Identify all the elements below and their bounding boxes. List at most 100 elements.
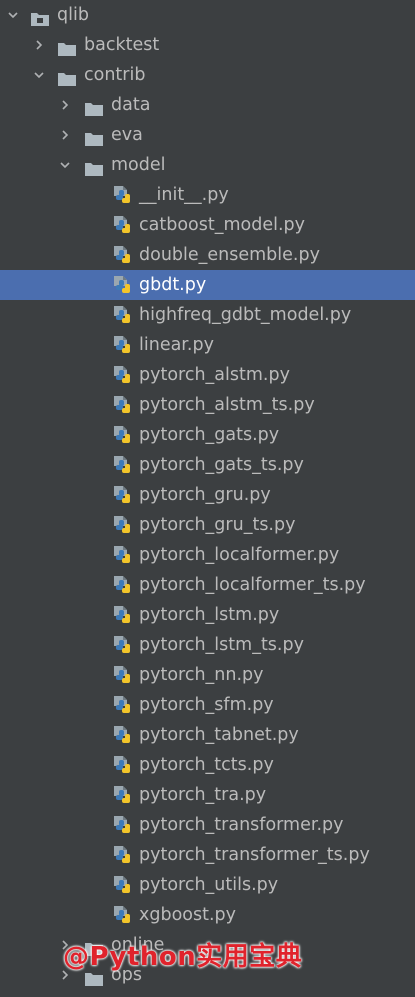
tree-item-label: pytorch_alstm_ts.py <box>139 395 315 415</box>
folder-icon <box>57 67 77 86</box>
tree-item-label: pytorch_tra.py <box>139 785 267 805</box>
folder-icon <box>84 127 104 146</box>
tree-item-file[interactable]: pytorch_gats_ts.py <box>0 450 415 480</box>
tree-item-file[interactable]: pytorch_transformer.py <box>0 810 415 840</box>
tree-item-label: data <box>111 95 151 115</box>
python-file-icon <box>112 725 132 745</box>
folder-icon <box>84 97 104 116</box>
python-file-icon <box>112 755 132 775</box>
tree-item-file[interactable]: pytorch_gru_ts.py <box>0 510 415 540</box>
tree-item-label: pytorch_nn.py <box>139 665 264 685</box>
python-file-icon <box>112 545 132 565</box>
folder-icon <box>57 37 77 56</box>
tree-item-file[interactable]: pytorch_alstm_ts.py <box>0 390 415 420</box>
tree-item-label: pytorch_gats_ts.py <box>139 455 304 475</box>
python-file-icon <box>112 425 132 445</box>
tree-item-file[interactable]: linear.py <box>0 330 415 360</box>
tree-item-label: qlib <box>57 5 89 25</box>
tree-item-label: backtest <box>84 35 160 55</box>
tree-item-file[interactable]: catboost_model.py <box>0 210 415 240</box>
chevron-down-icon[interactable] <box>4 0 22 30</box>
chevron-right-icon[interactable] <box>56 90 74 120</box>
tree-item-file[interactable]: pytorch_tra.py <box>0 780 415 810</box>
tree-item-file[interactable]: pytorch_lstm_ts.py <box>0 630 415 660</box>
tree-item-label: gbdt.py <box>139 275 207 295</box>
tree-item-label: model <box>111 155 166 175</box>
python-file-icon <box>112 695 132 715</box>
python-file-icon <box>112 665 132 685</box>
python-file-icon <box>112 875 132 895</box>
python-file-icon <box>112 515 132 535</box>
tree-item-file[interactable]: pytorch_sfm.py <box>0 690 415 720</box>
tree-item-file[interactable]: pytorch_gru.py <box>0 480 415 510</box>
tree-item-label: highfreq_gdbt_model.py <box>139 305 352 325</box>
python-file-icon <box>112 185 132 205</box>
python-file-icon <box>112 905 132 925</box>
chevron-down-icon[interactable] <box>30 60 48 90</box>
tree-item-label: pytorch_lstm.py <box>139 605 280 625</box>
tree-item-file[interactable]: pytorch_gats.py <box>0 420 415 450</box>
tree-item-file[interactable]: xgboost.py <box>0 900 415 930</box>
python-file-icon <box>112 305 132 325</box>
tree-item-data[interactable]: data <box>0 90 415 120</box>
tree-item-file[interactable]: pytorch_nn.py <box>0 660 415 690</box>
tree-item-file[interactable]: pytorch_localformer.py <box>0 540 415 570</box>
tree-item-label: pytorch_tabnet.py <box>139 725 299 745</box>
tree-item-label: pytorch_alstm.py <box>139 365 290 385</box>
tree-item-file[interactable]: highfreq_gdbt_model.py <box>0 300 415 330</box>
tree-item-file[interactable]: double_ensemble.py <box>0 240 415 270</box>
python-file-icon <box>112 635 132 655</box>
python-file-icon <box>112 575 132 595</box>
tree-item-file[interactable]: pytorch_tabnet.py <box>0 720 415 750</box>
tree-item-file[interactable]: __init__.py <box>0 180 415 210</box>
tree-item-label: pytorch_sfm.py <box>139 695 274 715</box>
python-file-icon <box>112 335 132 355</box>
chevron-right-icon[interactable] <box>56 120 74 150</box>
tree-item-file[interactable]: pytorch_utils.py <box>0 870 415 900</box>
folder-icon <box>84 157 104 176</box>
tree-item-label: catboost_model.py <box>139 215 305 235</box>
tree-item-file[interactable]: pytorch_alstm.py <box>0 360 415 390</box>
tree-item-file[interactable]: gbdt.py <box>0 270 415 300</box>
tree-item-backtest[interactable]: backtest <box>0 30 415 60</box>
tree-item-label: pytorch_gats.py <box>139 425 280 445</box>
python-file-icon <box>112 605 132 625</box>
tree-item-file[interactable]: pytorch_localformer_ts.py <box>0 570 415 600</box>
tree-item-label: double_ensemble.py <box>139 245 320 265</box>
python-file-icon <box>112 215 132 235</box>
chevron-down-icon[interactable] <box>56 150 74 180</box>
model-file-list: __init__.py catboost_model.py double_ensem… <box>0 180 415 930</box>
tree-item-file[interactable]: pytorch_tcts.py <box>0 750 415 780</box>
tree-item-label: pytorch_localformer_ts.py <box>139 575 366 595</box>
tree-item-eva[interactable]: eva <box>0 120 415 150</box>
tree-item-label: pytorch_gru.py <box>139 485 271 505</box>
python-file-icon <box>112 845 132 865</box>
tree-item-file[interactable]: pytorch_lstm.py <box>0 600 415 630</box>
watermark-text: @Python实用宝典 <box>63 942 303 972</box>
tree-item-label: __init__.py <box>139 185 229 205</box>
tree-item-label: eva <box>111 125 143 145</box>
tree-item-label: pytorch_lstm_ts.py <box>139 635 304 655</box>
tree-item-qlib[interactable]: qlib <box>0 0 415 30</box>
tree-item-label: contrib <box>84 65 146 85</box>
python-file-icon <box>112 365 132 385</box>
tree-item-contrib[interactable]: contrib <box>0 60 415 90</box>
folder-icon <box>30 7 50 26</box>
tree-item-file[interactable]: pytorch_transformer_ts.py <box>0 840 415 870</box>
project-tree: qlib backtest contrib data eva model __i… <box>0 0 415 997</box>
python-file-icon <box>112 275 132 295</box>
tree-item-label: pytorch_transformer_ts.py <box>139 845 370 865</box>
python-file-icon <box>112 785 132 805</box>
chevron-right-icon[interactable] <box>30 30 48 60</box>
python-file-icon <box>112 485 132 505</box>
python-file-icon <box>112 815 132 835</box>
python-file-icon <box>112 395 132 415</box>
tree-item-label: pytorch_tcts.py <box>139 755 274 775</box>
tree-item-label: pytorch_localformer.py <box>139 545 340 565</box>
tree-item-label: pytorch_gru_ts.py <box>139 515 296 535</box>
tree-item-label: pytorch_utils.py <box>139 875 279 895</box>
python-file-icon <box>112 245 132 265</box>
tree-item-model[interactable]: model <box>0 150 415 180</box>
tree-item-label: pytorch_transformer.py <box>139 815 344 835</box>
tree-item-label: linear.py <box>139 335 214 355</box>
